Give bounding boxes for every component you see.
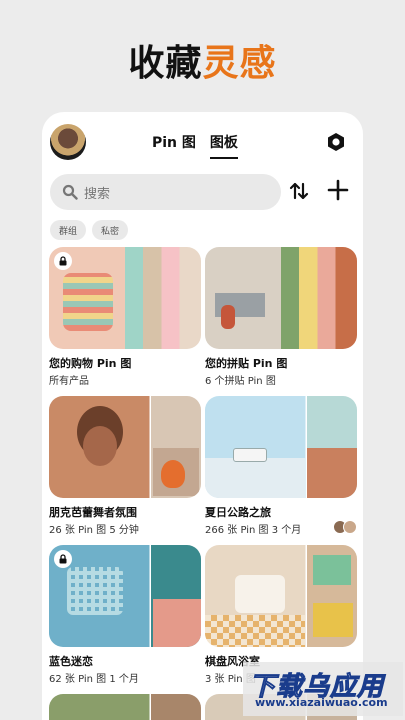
settings-hex-icon[interactable] — [326, 132, 346, 152]
board-subtitle: 26 张 Pin 图 5 分钟 — [49, 525, 139, 536]
board-card[interactable]: 蓝色迷恋 62 张 Pin 图 1 个月 — [49, 545, 201, 685]
board-title: 您的购物 Pin 图 — [49, 357, 132, 370]
collaborator-avatars — [333, 520, 357, 534]
board-cover[interactable] — [49, 545, 201, 647]
board-title: 蓝色迷恋 — [49, 655, 93, 668]
board-card[interactable]: 夏日公路之旅 266 张 Pin 图 3 个月 — [205, 396, 357, 536]
board-subtitle: 62 张 Pin 图 1 个月 — [49, 674, 139, 685]
headline-part2: 灵感 — [202, 43, 277, 84]
filter-chips: 群组 私密 — [50, 220, 129, 240]
lock-icon — [54, 550, 72, 568]
headline: 收藏灵感 — [0, 34, 405, 86]
chip-secret[interactable]: 私密 — [92, 220, 129, 240]
board-subtitle: 所有产品 — [49, 376, 89, 387]
headline-part1: 收藏 — [128, 43, 203, 84]
board-card[interactable]: 您的购物 Pin 图 所有产品 — [49, 247, 201, 387]
search-icon — [62, 184, 78, 200]
board-card[interactable]: 朋克芭蕾舞者氛围 26 张 Pin 图 5 分钟 — [49, 396, 201, 536]
tab-boards[interactable]: 图板 — [209, 132, 238, 159]
plus-icon[interactable] — [326, 178, 350, 202]
search-placeholder: 搜索 — [84, 186, 111, 202]
board-cover[interactable] — [49, 247, 201, 349]
header-tabs: Pin 图 图板 — [152, 132, 238, 159]
board-cover-partial[interactable] — [49, 694, 201, 720]
chip-group[interactable]: 群组 — [50, 220, 87, 240]
board-title: 您的拼贴 Pin 图 — [205, 357, 288, 370]
tab-pins[interactable]: Pin 图 — [152, 132, 196, 159]
board-cover[interactable] — [49, 396, 201, 498]
board-cover[interactable] — [205, 396, 357, 498]
board-subtitle: 6 个拼贴 Pin 图 — [205, 376, 276, 387]
search-input[interactable]: 搜索 — [50, 174, 281, 210]
board-cover[interactable] — [205, 247, 357, 349]
board-title: 夏日公路之旅 — [205, 506, 271, 519]
board-card[interactable]: 您的拼贴 Pin 图 6 个拼贴 Pin 图 — [205, 247, 357, 387]
avatar[interactable] — [50, 124, 86, 160]
board-title: 朋克芭蕾舞者氛围 — [49, 506, 137, 519]
sort-icon[interactable] — [288, 180, 310, 202]
board-cover[interactable] — [205, 545, 357, 647]
watermark: 下载乌应用 www.xiazaiwuao.com — [243, 662, 403, 716]
watermark-url: www.xiazaiwuao.com — [255, 696, 388, 709]
phone-screen: Pin 图 图板 搜索 群组 私密 您的购物 Pin 图 所有产品 您的拼贴 P… — [42, 112, 363, 720]
lock-icon — [54, 252, 72, 270]
